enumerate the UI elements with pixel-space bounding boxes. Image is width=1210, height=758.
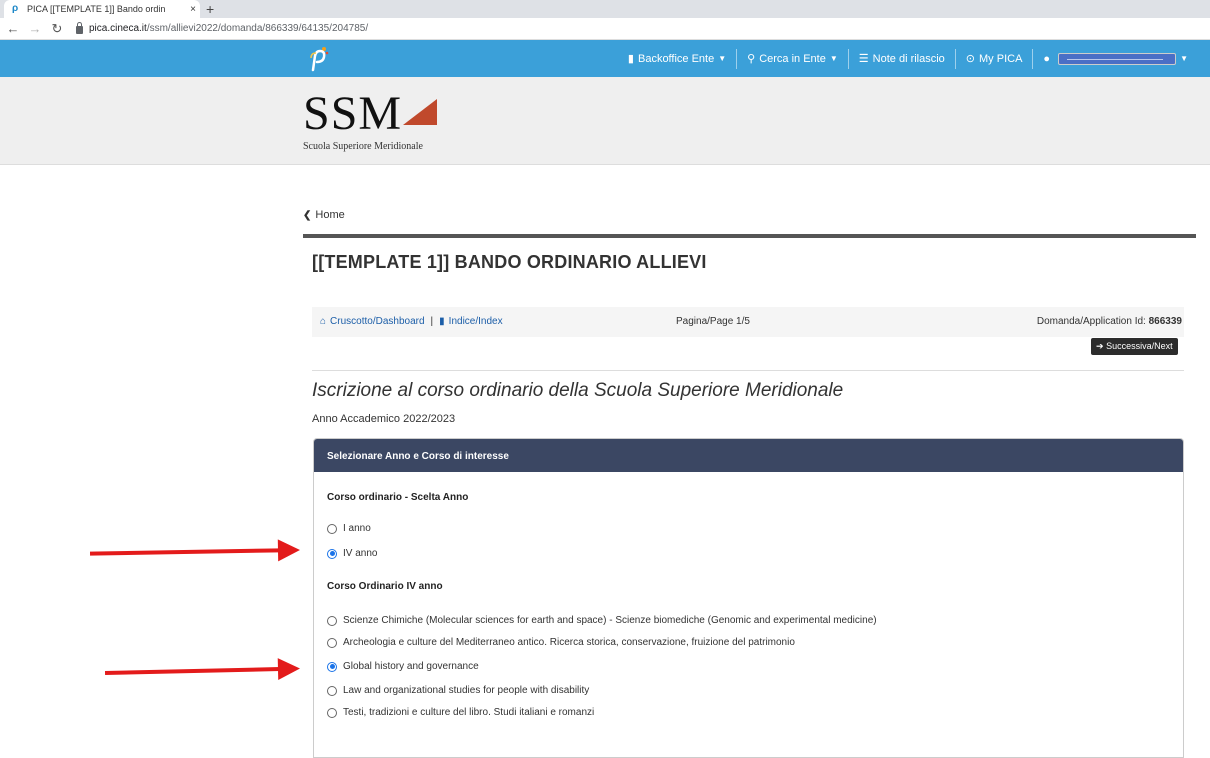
home-icon: ⌂	[320, 316, 327, 327]
menu-cerca[interactable]: ⚲ Cerca in Ente ▼	[737, 48, 849, 69]
user-name-redacted	[1058, 52, 1177, 65]
course-option-label: Law and organizational studies for peopl…	[343, 685, 590, 696]
caret-down-icon: ▼	[1180, 54, 1188, 63]
title-divider	[303, 234, 1196, 238]
breadcrumb-home-label: Home	[315, 209, 345, 221]
user-icon: ●	[1043, 52, 1051, 65]
search-icon: ⚲	[747, 53, 756, 65]
address-bar: ← → ↻ pica.cineca.it /ssm/allievi2022/do…	[0, 18, 1210, 40]
course-option-label: Testi, tradizioni e culture del libro. S…	[343, 707, 595, 718]
menu-cerca-label: Cerca in Ente	[759, 52, 826, 65]
list-icon: ☰	[858, 53, 869, 65]
next-button[interactable]: ➔ Successiva/Next	[1091, 338, 1178, 355]
application-id: Domanda/Application Id: 866339	[1037, 316, 1182, 327]
caret-down-icon: ▼	[718, 54, 727, 63]
dashboard-link-label: Cruscotto/Dashboard	[330, 316, 425, 327]
annotation-arrow-right-icon	[104, 667, 281, 675]
navbar-menu: ▮ Backoffice Ente ▼ ⚲ Cerca in Ente ▼ ☰ …	[618, 40, 1198, 77]
menu-mypica[interactable]: ⊙ My PICA	[956, 48, 1034, 69]
menu-backoffice-label: Backoffice Ente	[637, 52, 715, 65]
chevron-left-icon: ❮	[303, 210, 312, 221]
year-option-1[interactable]: I anno	[327, 523, 371, 534]
menu-backoffice[interactable]: ▮ Backoffice Ente ▼	[618, 48, 738, 69]
url-field[interactable]: pica.cineca.it /ssm/allievi2022/domanda/…	[76, 21, 369, 34]
radio-button[interactable]	[327, 637, 337, 648]
radio-button[interactable]	[327, 615, 337, 626]
menu-user[interactable]: ● ▼	[1033, 49, 1198, 69]
pica-favicon-icon: ρ	[12, 3, 19, 14]
course-option-2[interactable]: Archeologia e culture del Mediterraneo a…	[327, 637, 795, 648]
browser-tab-bar: ρ PICA [[TEMPLATE 1]] Bando ordin × +	[0, 0, 1210, 18]
panel-header: Selezionare Anno e Corso di interesse	[314, 439, 1183, 472]
ssm-logo-text: SSM	[303, 87, 403, 140]
section-divider	[312, 370, 1184, 371]
year-option-4[interactable]: IV anno	[327, 548, 377, 559]
url-path: /ssm/allievi2022/domanda/866339/64135/20…	[146, 23, 369, 34]
course-option-4[interactable]: Law and organizational studies for peopl…	[327, 685, 589, 696]
breadcrumb-home[interactable]: ❮ Home	[303, 209, 345, 221]
toolbar-separator: |	[430, 316, 434, 327]
toolbar-links: ⌂ Cruscotto/Dashboard | ▮ Indice/Index	[320, 316, 503, 327]
tab-title: PICA [[TEMPLATE 1]] Bando ordin	[27, 4, 166, 14]
pica-logo-icon[interactable]	[303, 44, 331, 72]
academic-year: Anno Accademico 2022/2023	[312, 413, 456, 425]
arrow-right-icon: ➔	[1096, 341, 1104, 351]
index-link[interactable]: ▮ Indice/Index	[439, 316, 502, 327]
course-option-1[interactable]: Scienze Chimiche (Molecular sciences for…	[327, 615, 877, 626]
application-id-label: Domanda/Application Id:	[1036, 316, 1146, 327]
browser-tab[interactable]: ρ PICA [[TEMPLATE 1]] Bando ordin ×	[4, 0, 200, 18]
page-subtitle: Iscrizione al corso ordinario della Scuo…	[312, 380, 844, 401]
next-button-label: Successiva/Next	[1106, 341, 1173, 351]
ssm-logo-triangle-icon	[403, 99, 438, 125]
page-title: [[TEMPLATE 1]] BANDO ORDINARIO ALLIEVI	[312, 252, 707, 272]
close-tab-icon[interactable]: ×	[186, 4, 200, 15]
reload-icon[interactable]: ↻	[48, 21, 66, 37]
page-indicator: Pagina/Page 1/5	[676, 316, 750, 327]
annotation-arrow-right-icon	[89, 548, 281, 556]
menu-note-label: Note di rilascio	[872, 52, 945, 65]
course-option-5[interactable]: Testi, tradizioni e culture del libro. S…	[327, 707, 594, 718]
course-option-3[interactable]: Global history and governance	[327, 661, 479, 672]
course-option-label: Global history and governance	[343, 661, 479, 672]
lock-icon[interactable]	[76, 21, 83, 34]
course-option-label: Scienze Chimiche (Molecular sciences for…	[343, 615, 877, 626]
year-option-label: IV anno	[343, 548, 378, 559]
menu-mypica-label: My PICA	[979, 52, 1023, 65]
year-section-label: Corso ordinario - Scelta Anno	[327, 492, 469, 503]
bar-chart-icon: ▮	[627, 53, 634, 65]
caret-down-icon: ▼	[829, 54, 838, 63]
form-toolbar: ⌂ Cruscotto/Dashboard | ▮ Indice/Index P…	[312, 307, 1184, 337]
course-section-label: Corso Ordinario IV anno	[327, 581, 443, 592]
course-option-label: Archeologia e culture del Mediterraneo a…	[343, 637, 795, 648]
radio-button[interactable]	[327, 685, 337, 696]
menu-note[interactable]: ☰ Note di rilascio	[849, 48, 956, 69]
radio-button[interactable]	[327, 523, 337, 534]
ssm-logo-subtitle: Scuola Superiore Meridionale	[303, 141, 423, 152]
ssm-logo[interactable]: SSM Scuola Superiore Meridionale	[303, 87, 438, 152]
year-option-label: I anno	[343, 523, 371, 534]
bookmark-icon: ▮	[439, 316, 445, 327]
brand-header: SSM Scuola Superiore Meridionale	[0, 77, 1210, 165]
index-link-label: Indice/Index	[448, 316, 503, 327]
radio-button[interactable]	[327, 707, 337, 718]
radio-button-checked[interactable]	[327, 661, 337, 672]
url-host: pica.cineca.it	[89, 23, 147, 34]
dashboard-link[interactable]: ⌂ Cruscotto/Dashboard	[320, 316, 425, 327]
application-id-value: 866339	[1148, 316, 1182, 327]
back-arrow-icon[interactable]: ←	[4, 21, 22, 36]
app-navbar: ▮ Backoffice Ente ▼ ⚲ Cerca in Ente ▼ ☰ …	[0, 40, 1210, 77]
help-circle-icon: ⊙	[965, 53, 976, 65]
forward-arrow-icon[interactable]: →	[26, 21, 44, 36]
radio-button-checked[interactable]	[327, 548, 337, 559]
course-selection-panel: Selezionare Anno e Corso di interesse Co…	[313, 438, 1184, 758]
new-tab-button[interactable]: +	[206, 1, 214, 17]
